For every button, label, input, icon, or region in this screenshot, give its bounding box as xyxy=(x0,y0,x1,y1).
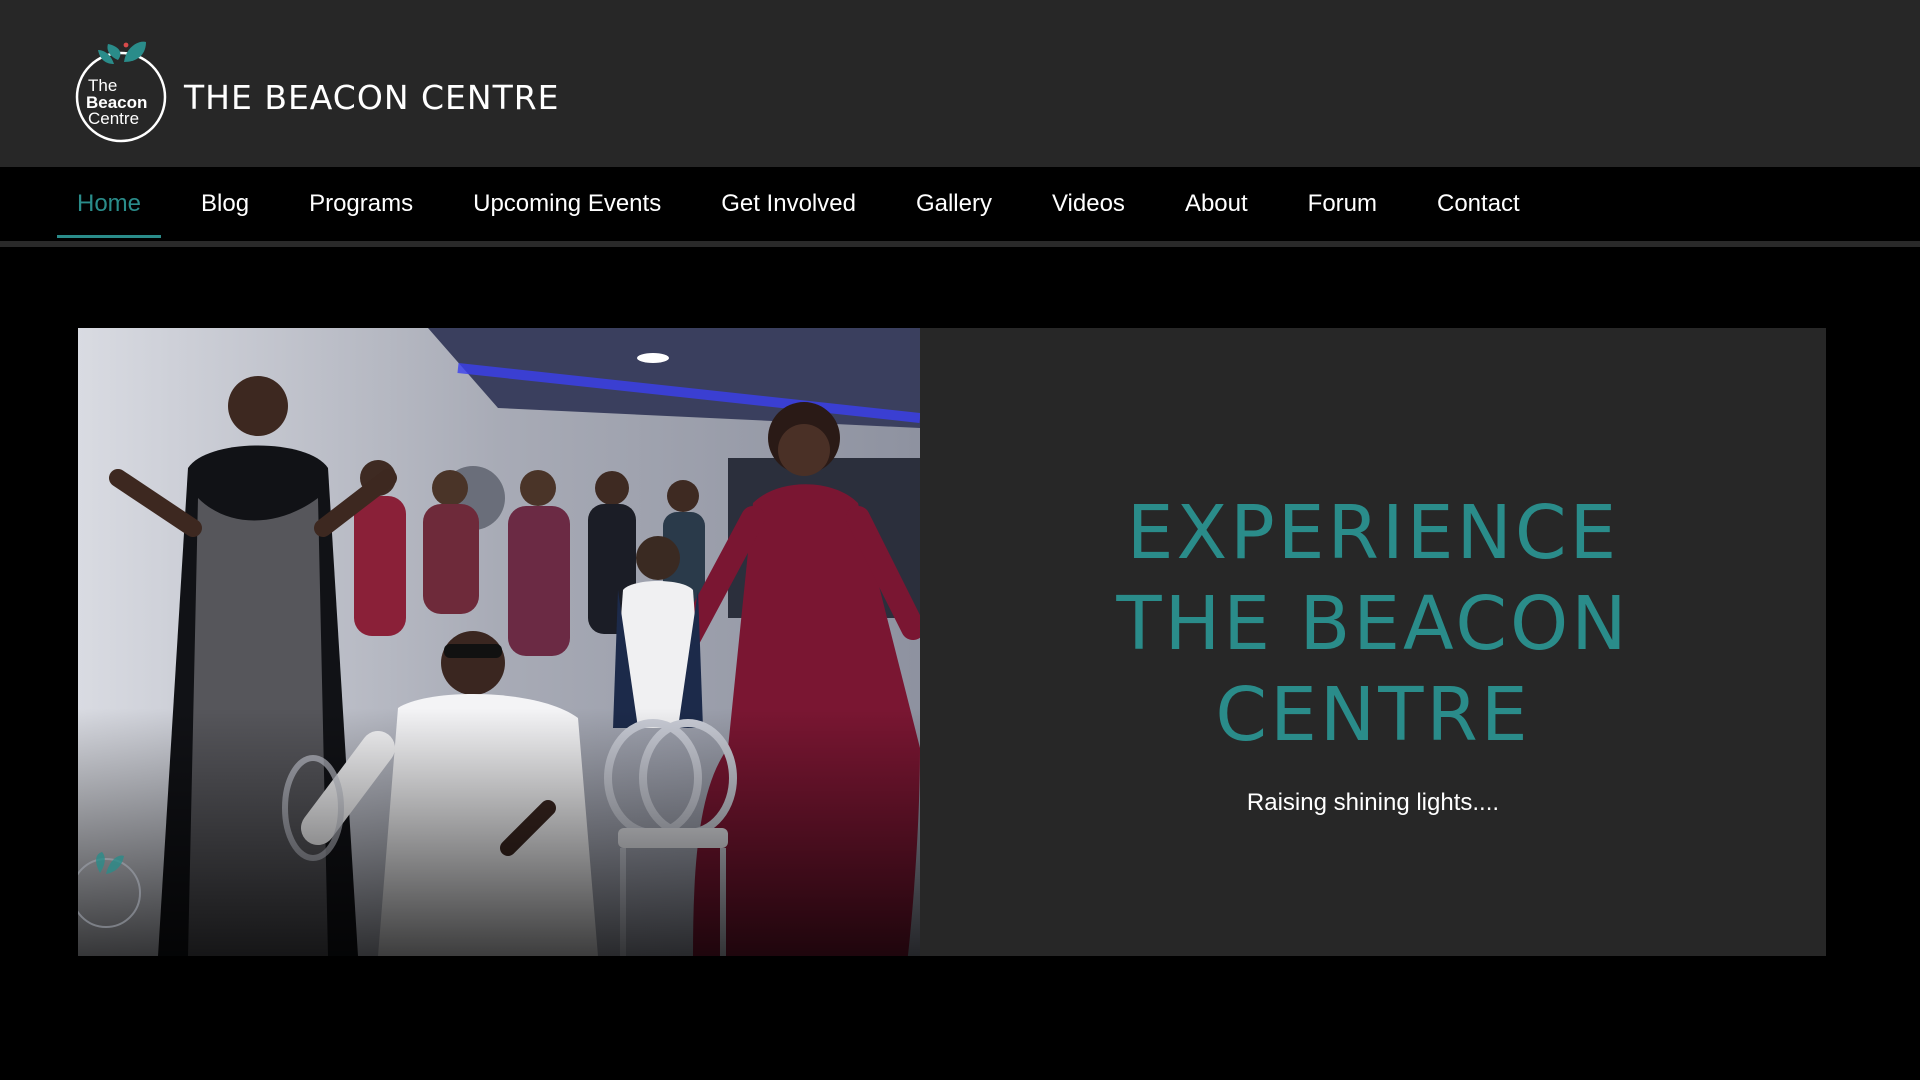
nav-item-get-involved[interactable]: Get Involved xyxy=(701,167,876,241)
nav-item-gallery[interactable]: Gallery xyxy=(896,167,1012,241)
nav-divider xyxy=(0,241,1920,247)
site-header: The Beacon Centre THE BEACON CENTRE xyxy=(0,0,1920,167)
nav-item-upcoming-events[interactable]: Upcoming Events xyxy=(453,167,681,241)
worship-group-photo xyxy=(78,328,920,956)
hero-tagline: Raising shining lights.... xyxy=(1246,788,1500,816)
hero-heading: EXPERIENCE THE BEACON CENTRE xyxy=(1116,489,1630,758)
nav-item-forum[interactable]: Forum xyxy=(1288,167,1397,241)
logo-line-3: Centre xyxy=(88,109,139,128)
nav-item-programs[interactable]: Programs xyxy=(289,167,433,241)
nav-item-videos[interactable]: Videos xyxy=(1032,167,1145,241)
home-logo-link[interactable]: The Beacon Centre THE BEACON CENTRE xyxy=(74,38,560,144)
hero-section: EXPERIENCE THE BEACON CENTRE Raising shi… xyxy=(78,328,1826,956)
nav-item-about[interactable]: About xyxy=(1165,167,1268,241)
beacon-logo-icon: The Beacon Centre xyxy=(75,41,167,143)
hero-text-panel: EXPERIENCE THE BEACON CENTRE Raising shi… xyxy=(920,328,1826,956)
nav-item-contact[interactable]: Contact xyxy=(1417,167,1540,241)
nav-item-blog[interactable]: Blog xyxy=(181,167,269,241)
hero-photo xyxy=(78,328,920,956)
nav-item-home[interactable]: Home xyxy=(57,167,162,241)
nav-list: Home Blog Programs Upcoming Events Get I… xyxy=(57,167,1560,241)
main-nav: Home Blog Programs Upcoming Events Get I… xyxy=(0,167,1920,241)
site-title[interactable]: THE BEACON CENTRE xyxy=(184,78,560,117)
